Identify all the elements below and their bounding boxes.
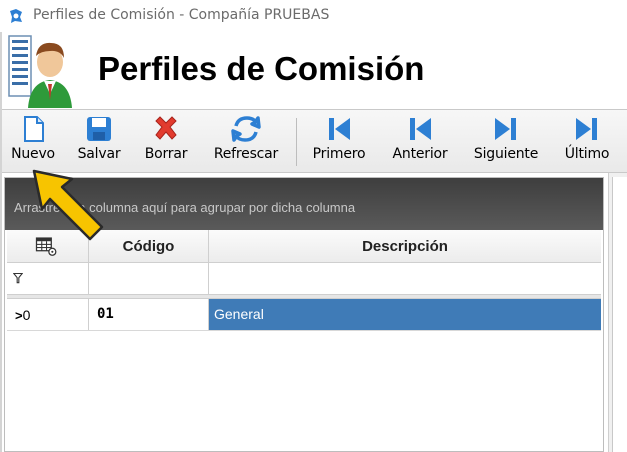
row-indicator: >0 [15,307,30,323]
column-header-codigo-label: Código [122,238,175,255]
cell-descripcion[interactable]: General [209,299,601,330]
grid-header-row: Código Descripción [7,230,601,263]
refresh-icon [231,116,261,142]
delete-x-icon [155,116,177,140]
new-button-label: Nuevo [11,146,55,162]
page-title: Perfiles de Comisión [98,50,425,87]
column-chooser-icon [35,237,57,256]
cell-codigo-value: 01 [97,306,114,322]
refresh-button[interactable]: Refrescar [208,113,284,171]
data-grid: Arrastre una columna aquí para agrupar p… [4,177,604,452]
first-button[interactable]: Primero [306,113,372,171]
first-button-label: Primero [312,146,366,162]
cell-codigo[interactable]: 01 [89,299,209,330]
row-indicator-cell: >0 [7,299,89,330]
current-row-chevron-icon: > [15,308,23,323]
grid-filter-row [7,263,601,295]
filter-descripcion-input[interactable] [209,263,601,294]
filter-icon [13,272,23,284]
first-record-icon [329,118,350,140]
column-chooser-cell[interactable] [7,230,89,262]
last-record-icon [576,118,597,140]
save-disk-icon [87,117,111,141]
toolbar: Nuevo Salvar Borrar Refrescar Primero An… [2,109,627,173]
toolbar-separator [296,118,297,166]
last-button-label: Último [564,146,610,162]
table-row[interactable]: >0 01 General [7,299,601,331]
refresh-button-label: Refrescar [213,146,279,162]
delete-button-label: Borrar [144,146,188,162]
save-button-label: Salvar [77,146,121,162]
group-by-hint: Arrastre una columna aquí para agrupar p… [14,200,356,215]
window-title: Perfiles de Comisión - Compañía PRUEBAS [33,7,330,23]
right-panel-inner [612,177,627,452]
column-header-codigo[interactable]: Código [89,230,209,262]
next-button[interactable]: Siguiente [465,113,547,171]
cell-descripcion-value: General [214,306,264,322]
column-header-descripcion-label: Descripción [362,238,448,255]
filter-indicator-cell [7,263,89,294]
next-record-icon [495,118,516,140]
save-button[interactable]: Salvar [74,113,124,171]
new-button[interactable]: Nuevo [6,113,60,171]
column-header-descripcion[interactable]: Descripción [209,230,601,262]
group-by-panel[interactable]: Arrastre una columna aquí para agrupar p… [5,178,603,230]
delete-button[interactable]: Borrar [138,113,194,171]
app-icon [10,9,22,23]
previous-button[interactable]: Anterior [385,113,455,171]
previous-button-label: Anterior [392,146,448,162]
row-number: 0 [22,307,31,323]
last-button[interactable]: Último [557,113,617,171]
user-list-icon [8,35,72,108]
form-header: Perfiles de Comisión [2,32,627,109]
previous-record-icon [410,118,431,140]
filter-codigo-input[interactable] [89,263,209,294]
window-title-bar: Perfiles de Comisión - Compañía PRUEBAS [0,0,627,32]
next-button-label: Siguiente [473,146,539,162]
new-document-icon [24,116,44,142]
